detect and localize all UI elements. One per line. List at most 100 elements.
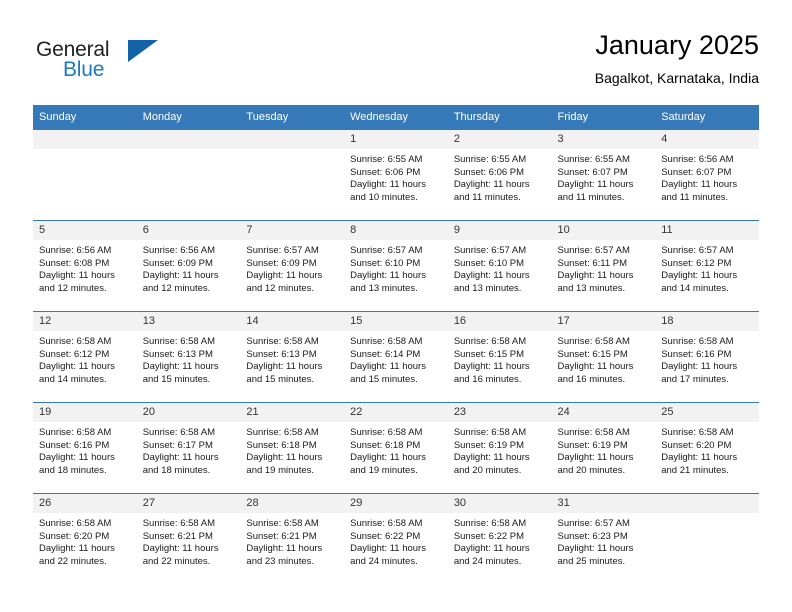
calendar-day-cell[interactable]: 21 Sunrise: 6:58 AM Sunset: 6:18 PM Dayligh…: [240, 402, 345, 494]
calendar-day-cell[interactable]: 4 Sunrise: 6:56 AM Sunset: 6:07 PM Daylight…: [655, 129, 759, 221]
calendar-day-cell-empty: [33, 129, 137, 221]
daylight-text-line1: Daylight: 11 hours: [142, 452, 219, 464]
calendar-day-cell[interactable]: 6 Sunrise: 6:56 AM Sunset: 6:09 PM Daylight…: [136, 220, 241, 312]
daylight-text-line2: and 20 minutes.: [453, 464, 522, 476]
title-block: January 2025 Bagalkot, Karnataka, India: [595, 28, 759, 88]
day-number: 30: [447, 494, 552, 513]
daylight-text-line1: Daylight: 11 hours: [661, 179, 738, 191]
daylight-text-line1: Daylight: 11 hours: [39, 543, 115, 555]
sunset-text: Sunset: 6:10 PM: [453, 257, 525, 269]
calendar-day-cell[interactable]: 5 Sunrise: 6:56 AM Sunset: 6:08 PM Daylight…: [33, 220, 137, 312]
calendar-day-cell[interactable]: 2 Sunrise: 6:55 AM Sunset: 6:06 PM Daylight…: [447, 129, 552, 221]
day-details: Sunrise: 6:58 AM Sunset: 6:18 PM Daylight:…: [240, 422, 344, 477]
sunrise-text: Sunrise: 6:55 AM: [350, 154, 423, 165]
day-number: 31: [551, 494, 656, 513]
calendar-day-cell[interactable]: 1 Sunrise: 6:55 AM Sunset: 6:06 PM Daylight…: [344, 129, 448, 221]
calendar-day-cell[interactable]: 18 Sunrise: 6:58 AM Sunset: 6:16 PM Dayligh…: [655, 311, 759, 403]
sunrise-text: Sunrise: 6:55 AM: [557, 154, 630, 165]
calendar-day-cell[interactable]: 19 Sunrise: 6:58 AM Sunset: 6:16 PM Dayligh…: [33, 402, 137, 494]
sunrise-text: Sunrise: 6:56 AM: [661, 154, 734, 165]
calendar-day-cell[interactable]: 23 Sunrise: 6:58 AM Sunset: 6:19 PM Dayligh…: [447, 402, 552, 494]
daylight-text-line1: Daylight: 11 hours: [557, 270, 634, 282]
day-details: Sunrise: 6:58 AM Sunset: 6:20 PM Daylight:…: [655, 422, 759, 477]
sunset-text: Sunset: 6:18 PM: [350, 439, 421, 451]
sunrise-text: Sunrise: 6:57 AM: [557, 518, 630, 529]
daylight-text-line2: and 11 minutes.: [661, 191, 729, 203]
brand-name-blue: Blue: [63, 58, 105, 81]
sunrise-text: Sunrise: 6:58 AM: [557, 336, 630, 347]
triangle-logo-icon: [128, 40, 158, 62]
day-number: [33, 130, 137, 149]
sunset-text: Sunset: 6:09 PM: [246, 257, 317, 269]
page-subtitle: Bagalkot, Karnataka, India: [594, 70, 759, 86]
calendar-day-cell[interactable]: 26 Sunrise: 6:58 AM Sunset: 6:20 PM Dayligh…: [33, 493, 137, 584]
calendar-day-cell[interactable]: 11 Sunrise: 6:57 AM Sunset: 6:12 PM Dayligh…: [655, 220, 759, 312]
calendar-day-cell-empty: [655, 493, 759, 584]
sunset-text: Sunset: 6:22 PM: [350, 530, 421, 542]
sunset-text: Sunset: 6:15 PM: [453, 348, 525, 360]
day-details: Sunrise: 6:58 AM Sunset: 6:20 PM Daylight:…: [33, 513, 137, 568]
calendar-day-cell[interactable]: 3 Sunrise: 6:55 AM Sunset: 6:07 PM Daylight…: [551, 129, 656, 221]
sunrise-text: Sunrise: 6:57 AM: [453, 245, 527, 256]
daylight-text-line1: Daylight: 11 hours: [350, 452, 426, 464]
sunset-text: Sunset: 6:18 PM: [246, 439, 317, 451]
day-details: Sunrise: 6:58 AM Sunset: 6:19 PM Daylight:…: [448, 422, 552, 477]
sunrise-text: Sunrise: 6:58 AM: [142, 518, 216, 529]
sunset-text: Sunset: 6:20 PM: [661, 439, 732, 451]
daylight-text-line1: Daylight: 11 hours: [39, 270, 115, 282]
sunrise-text: Sunrise: 6:57 AM: [661, 245, 734, 256]
sunset-text: Sunset: 6:16 PM: [661, 348, 732, 360]
calendar-day-cell[interactable]: 24 Sunrise: 6:58 AM Sunset: 6:19 PM Dayligh…: [551, 402, 656, 494]
day-details: Sunrise: 6:58 AM Sunset: 6:14 PM Daylight:…: [344, 331, 448, 386]
calendar-day-cell[interactable]: 9 Sunrise: 6:57 AM Sunset: 6:10 PM Daylight…: [447, 220, 552, 312]
sunset-text: Sunset: 6:07 PM: [557, 166, 628, 178]
calendar-day-cell[interactable]: 30 Sunrise: 6:58 AM Sunset: 6:22 PM Dayligh…: [447, 493, 552, 584]
day-details: Sunrise: 6:58 AM Sunset: 6:19 PM Daylight:…: [552, 422, 656, 477]
sunset-text: Sunset: 6:06 PM: [350, 166, 421, 178]
daylight-text-line1: Daylight: 11 hours: [557, 361, 634, 373]
calendar-day-cell[interactable]: 8 Sunrise: 6:57 AM Sunset: 6:10 PM Daylight…: [344, 220, 448, 312]
calendar-day-cell[interactable]: 16 Sunrise: 6:58 AM Sunset: 6:15 PM Dayligh…: [447, 311, 552, 403]
sunset-text: Sunset: 6:07 PM: [661, 166, 732, 178]
calendar-day-cell[interactable]: 27 Sunrise: 6:58 AM Sunset: 6:21 PM Dayligh…: [136, 493, 241, 584]
sunset-text: Sunset: 6:11 PM: [557, 257, 628, 269]
calendar-week-row: 12 Sunrise: 6:58 AM Sunset: 6:12 PM Dayligh…: [33, 311, 759, 403]
calendar-day-cell[interactable]: 17 Sunrise: 6:58 AM Sunset: 6:15 PM Dayligh…: [551, 311, 656, 403]
calendar-day-cell[interactable]: 13 Sunrise: 6:58 AM Sunset: 6:13 PM Dayligh…: [136, 311, 241, 403]
daylight-text-line2: and 17 minutes.: [661, 373, 729, 385]
calendar-day-cell-empty: [136, 129, 241, 221]
calendar-day-cell[interactable]: 29 Sunrise: 6:58 AM Sunset: 6:22 PM Dayligh…: [344, 493, 448, 584]
daylight-text-line1: Daylight: 11 hours: [453, 543, 530, 555]
day-number: 4: [655, 130, 759, 149]
brand-logo[interactable]: General Blue: [33, 32, 253, 92]
daylight-text-line1: Daylight: 11 hours: [246, 361, 323, 373]
calendar-day-cell[interactable]: 31 Sunrise: 6:57 AM Sunset: 6:23 PM Dayligh…: [551, 493, 656, 584]
day-number: 1: [344, 130, 448, 149]
daylight-text-line1: Daylight: 11 hours: [350, 270, 426, 282]
sunset-text: Sunset: 6:08 PM: [39, 257, 110, 269]
calendar-day-cell[interactable]: 28 Sunrise: 6:58 AM Sunset: 6:21 PM Dayligh…: [240, 493, 345, 584]
calendar-day-cell[interactable]: 15 Sunrise: 6:58 AM Sunset: 6:14 PM Dayligh…: [344, 311, 448, 403]
calendar-day-cell[interactable]: 14 Sunrise: 6:58 AM Sunset: 6:13 PM Dayligh…: [240, 311, 345, 403]
calendar-day-cell[interactable]: 22 Sunrise: 6:58 AM Sunset: 6:18 PM Dayligh…: [344, 402, 448, 494]
day-details: Sunrise: 6:58 AM Sunset: 6:21 PM Daylight:…: [240, 513, 344, 568]
day-number: 5: [33, 221, 137, 240]
calendar-day-cell[interactable]: 7 Sunrise: 6:57 AM Sunset: 6:09 PM Daylight…: [240, 220, 345, 312]
calendar-week-row: 19 Sunrise: 6:58 AM Sunset: 6:16 PM Dayligh…: [33, 402, 759, 494]
daylight-text-line1: Daylight: 11 hours: [557, 179, 634, 191]
calendar-day-cell[interactable]: 12 Sunrise: 6:58 AM Sunset: 6:12 PM Dayligh…: [33, 311, 137, 403]
sunset-text: Sunset: 6:17 PM: [142, 439, 213, 451]
daylight-text-line2: and 12 minutes.: [142, 282, 211, 294]
daylight-text-line2: and 25 minutes.: [557, 555, 626, 567]
daylight-text-line1: Daylight: 11 hours: [453, 179, 530, 191]
daylight-text-line2: and 22 minutes.: [142, 555, 211, 567]
day-number: [240, 130, 345, 149]
calendar-page: General Blue January 2025 Bagalkot, Karn…: [0, 0, 792, 612]
calendar-day-cell[interactable]: 25 Sunrise: 6:58 AM Sunset: 6:20 PM Dayligh…: [655, 402, 759, 494]
day-details: Sunrise: 6:57 AM Sunset: 6:23 PM Daylight:…: [552, 513, 656, 568]
sunset-text: Sunset: 6:12 PM: [39, 348, 110, 360]
day-number: 21: [240, 403, 345, 422]
day-number: 27: [136, 494, 241, 513]
calendar-day-cell[interactable]: 10 Sunrise: 6:57 AM Sunset: 6:11 PM Dayligh…: [551, 220, 656, 312]
calendar-day-cell[interactable]: 20 Sunrise: 6:58 AM Sunset: 6:17 PM Dayligh…: [136, 402, 241, 494]
